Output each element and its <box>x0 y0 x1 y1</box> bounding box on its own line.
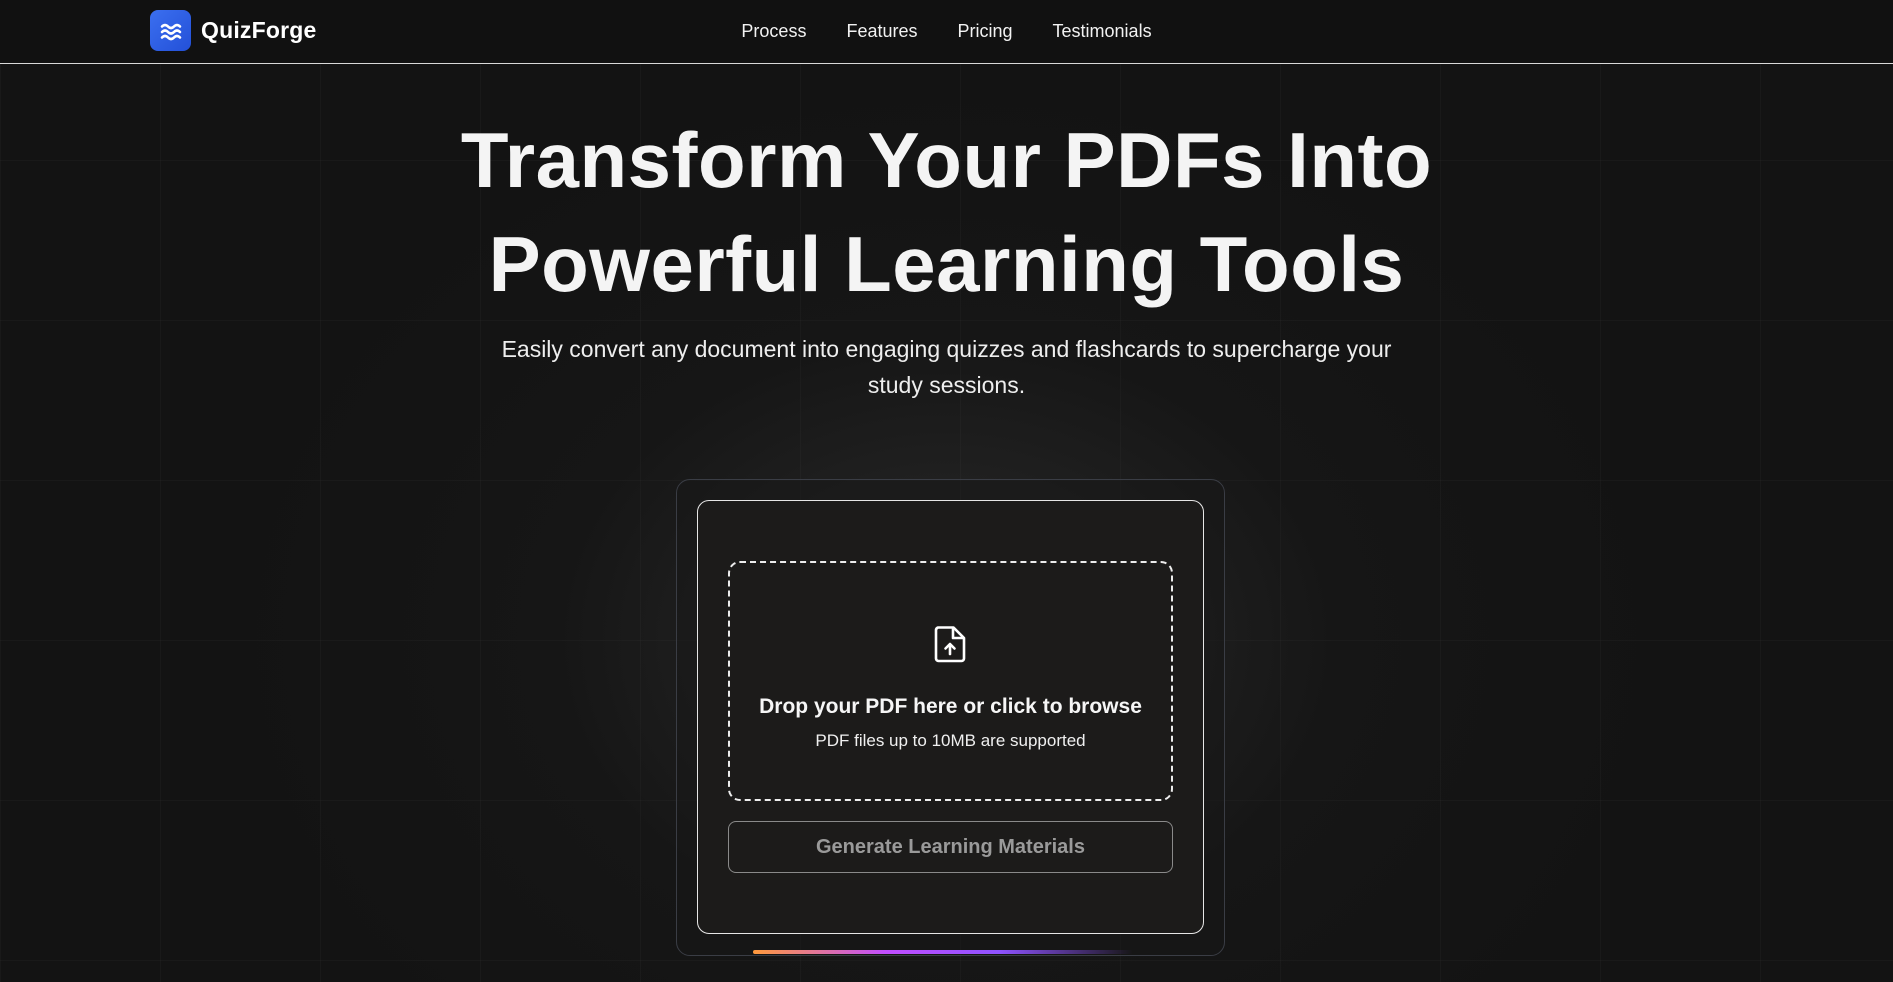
hero-title: Transform Your PDFs Into Powerful Learni… <box>0 108 1893 316</box>
site-header: Process Features Pricing Testimonials Qu… <box>0 0 1893 64</box>
dropzone-hint: PDF files up to 10MB are supported <box>815 731 1086 750</box>
hero-title-line-2: Powerful Learning Tools <box>488 220 1405 308</box>
brand-name: QuizForge <box>201 17 317 43</box>
generate-button[interactable]: Generate Learning Materials <box>728 821 1173 873</box>
hero-title-line-1: Transform Your PDFs Into <box>460 116 1433 204</box>
waves-icon <box>150 10 191 51</box>
nav-item-process[interactable]: Process <box>741 21 806 42</box>
gradient-accent-bar <box>753 950 1133 954</box>
nav-item-testimonials[interactable]: Testimonials <box>1053 21 1152 42</box>
pdf-dropzone[interactable] <box>728 561 1173 801</box>
hero-subtitle-line-1: Easily convert any document into engagin… <box>501 336 1392 362</box>
dropzone-title: Drop your PDF here or click to browse <box>759 695 1142 718</box>
hero-subtitle: Easily convert any document into engagin… <box>470 331 1423 403</box>
file-upload-icon <box>933 624 968 664</box>
brand-logo-link[interactable]: QuizForge <box>150 10 317 51</box>
landing-page: Process Features Pricing Testimonials Qu… <box>0 0 1893 982</box>
hero-subtitle-line-2: study sessions. <box>867 372 1026 398</box>
nav-item-pricing[interactable]: Pricing <box>958 21 1013 42</box>
nav-item-features[interactable]: Features <box>846 21 917 42</box>
